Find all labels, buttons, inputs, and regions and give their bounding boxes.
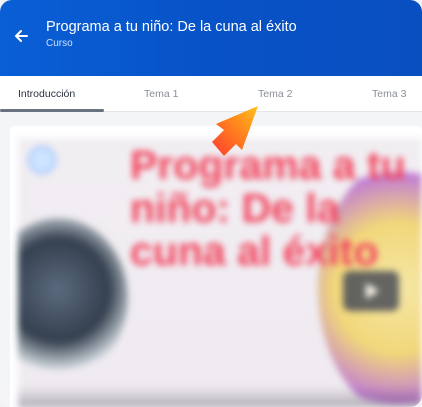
video-thumbnail-title: Programa a tu niño: De la cuna al éxito [130,142,406,274]
back-button[interactable] [8,23,34,49]
pointer-arrow-icon [212,106,258,156]
app-header: Programa a tu niño: De la cuna al éxito … [0,0,422,76]
video-player[interactable]: Programa a tu niño: De la cuna al éxito [18,138,422,407]
channel-logo-icon [28,146,56,174]
tab-tema-3[interactable]: Tema 3 [372,76,406,112]
video-bottom-bar [18,386,422,407]
tab-tema-1[interactable]: Tema 1 [144,76,178,112]
app-frame: Programa a tu niño: De la cuna al éxito … [0,0,422,407]
play-icon[interactable] [343,271,399,311]
tab-introduccion[interactable]: Introducción [18,76,75,112]
arrow-left-icon [15,30,28,42]
page-title: Programa a tu niño: De la cuna al éxito [46,19,297,35]
video-thumbnail-image-left [18,218,128,378]
page-subtitle: Curso [46,38,73,49]
